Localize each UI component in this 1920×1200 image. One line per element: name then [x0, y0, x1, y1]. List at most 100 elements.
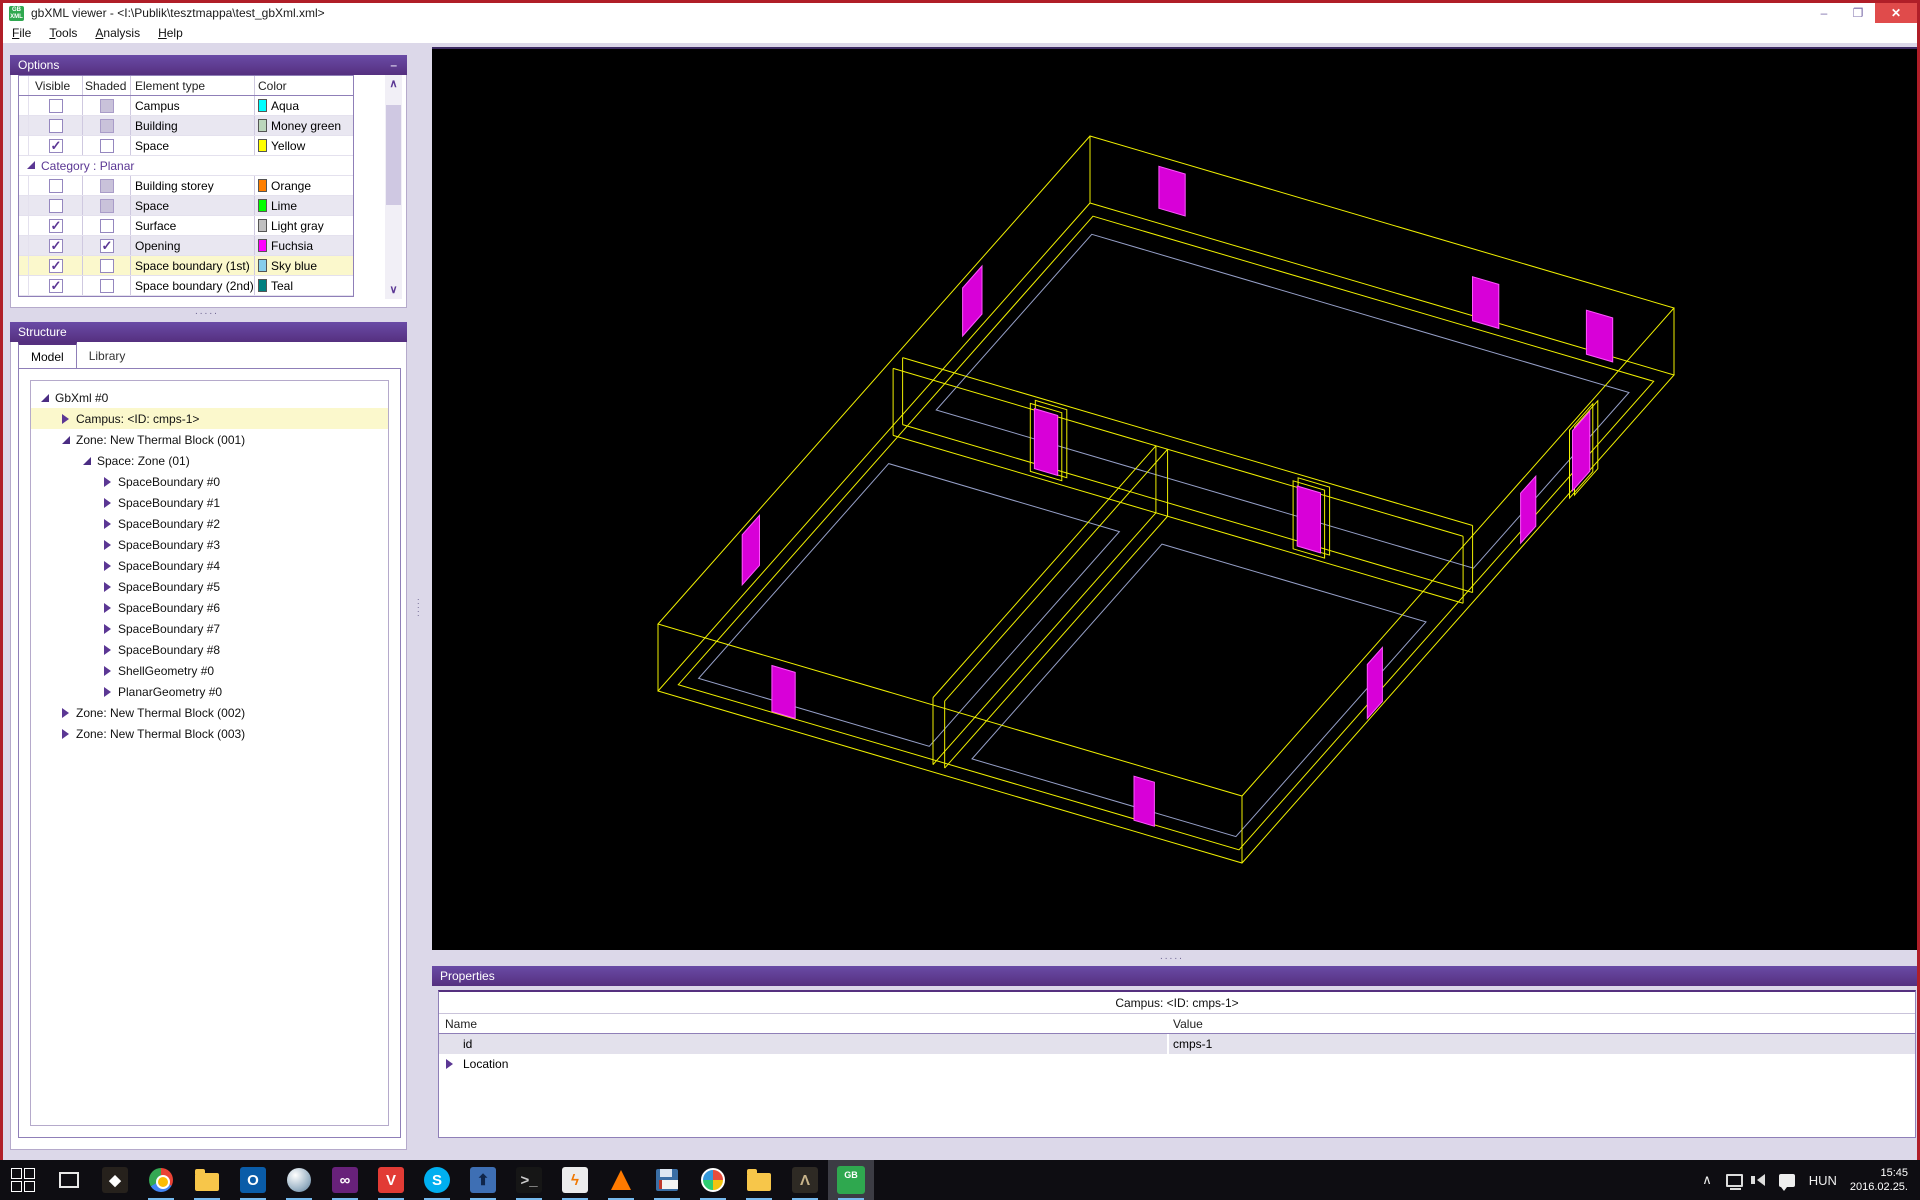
- options-row-building[interactable]: Building Money green: [19, 116, 353, 136]
- dark-tool-icon[interactable]: Λ: [782, 1160, 828, 1200]
- close-button[interactable]: ✕: [1875, 3, 1917, 23]
- browser-sphere-icon[interactable]: [276, 1160, 322, 1200]
- menu-analysis[interactable]: Analysis: [86, 24, 149, 42]
- options-row-space-boundary-1st-[interactable]: Space boundary (1st)Sky blue: [19, 256, 353, 276]
- tree-item[interactable]: SpaceBoundary #4: [31, 555, 388, 576]
- skype-icon[interactable]: S: [414, 1160, 460, 1200]
- message-icon[interactable]: [1778, 1173, 1795, 1191]
- tree-item[interactable]: SpaceBoundary #2: [31, 513, 388, 534]
- collapsed-icon[interactable]: [104, 518, 111, 529]
- language-indicator[interactable]: HUN: [1809, 1173, 1837, 1188]
- collapsed-icon[interactable]: [104, 623, 111, 634]
- shaded-checkbox[interactable]: [99, 238, 114, 254]
- collapsed-icon[interactable]: [62, 728, 69, 739]
- options-row-space-boundary-2nd-[interactable]: Space boundary (2nd)Teal: [19, 276, 353, 296]
- chrome-icon[interactable]: [138, 1160, 184, 1200]
- tab-model[interactable]: Model: [18, 342, 77, 369]
- collapsed-icon[interactable]: [104, 686, 111, 697]
- tree-item[interactable]: SpaceBoundary #3: [31, 534, 388, 555]
- viewport-3d[interactable]: [432, 47, 1917, 950]
- tree-item[interactable]: SpaceBoundary #8: [31, 639, 388, 660]
- tree-item[interactable]: Zone: New Thermal Block (001): [31, 429, 388, 450]
- structure-panel-header[interactable]: Structure: [10, 322, 407, 342]
- tree-item[interactable]: SpaceBoundary #5: [31, 576, 388, 597]
- restore-button[interactable]: ❐: [1841, 3, 1875, 23]
- menu-tools[interactable]: Tools: [40, 24, 86, 42]
- tree-item[interactable]: SpaceBoundary #6: [31, 597, 388, 618]
- options-row-building-storey[interactable]: Building storey Orange: [19, 176, 353, 196]
- vlc-cone-icon[interactable]: [598, 1160, 644, 1200]
- network-icon[interactable]: [1725, 1173, 1743, 1190]
- collapsed-icon[interactable]: [104, 497, 111, 508]
- unity-icon[interactable]: ◆: [92, 1160, 138, 1200]
- tree-item[interactable]: SpaceBoundary #1: [31, 492, 388, 513]
- expanded-icon[interactable]: [83, 456, 91, 465]
- command-prompt-icon[interactable]: >_: [506, 1160, 552, 1200]
- options-category-row[interactable]: Category : Planar: [19, 156, 353, 176]
- options-row-surface[interactable]: SurfaceLight gray: [19, 216, 353, 236]
- tab-library[interactable]: Library: [77, 342, 138, 369]
- visual-studio-icon[interactable]: ∞: [322, 1160, 368, 1200]
- options-panel-header[interactable]: Options –: [10, 55, 407, 75]
- tree-item[interactable]: ShellGeometry #0: [31, 660, 388, 681]
- options-structure-splitter[interactable]: .....: [195, 306, 219, 317]
- visible-checkbox[interactable]: [48, 118, 63, 133]
- shaded-checkbox[interactable]: [99, 258, 114, 273]
- shaded-checkbox[interactable]: [99, 178, 114, 193]
- tree-item[interactable]: Campus: <ID: cmps-1>: [31, 408, 388, 429]
- tree-item[interactable]: Zone: New Thermal Block (003): [31, 723, 388, 744]
- properties-panel-header[interactable]: Properties: [432, 966, 1917, 986]
- tree-item[interactable]: SpaceBoundary #0: [31, 471, 388, 492]
- collapsed-icon[interactable]: [104, 560, 111, 571]
- task-view-button[interactable]: [46, 1160, 92, 1200]
- property-row-id[interactable]: id cmps-1: [439, 1034, 1915, 1054]
- left-right-splitter[interactable]: .....: [409, 47, 431, 1152]
- visible-checkbox[interactable]: [48, 178, 63, 193]
- paint-palette-icon[interactable]: [690, 1160, 736, 1200]
- file-explorer-icon[interactable]: [184, 1160, 230, 1200]
- tree-item[interactable]: GbXml #0: [31, 387, 388, 408]
- minimize-button[interactable]: –: [1807, 3, 1841, 23]
- tree-item[interactable]: Space: Zone (01): [31, 450, 388, 471]
- shaded-checkbox[interactable]: [99, 278, 114, 293]
- shaded-checkbox[interactable]: [99, 218, 114, 233]
- collapsed-icon[interactable]: [104, 602, 111, 613]
- start-button[interactable]: [0, 1160, 46, 1200]
- options-scrollbar[interactable]: ∧ ∨: [385, 75, 402, 299]
- options-minimize-icon[interactable]: –: [390, 55, 397, 75]
- collapsed-icon[interactable]: [62, 707, 69, 718]
- collapsed-icon[interactable]: [104, 581, 111, 592]
- viewport-properties-splitter[interactable]: .....: [1160, 951, 1184, 962]
- visible-checkbox[interactable]: [48, 278, 63, 294]
- scroll-up-icon[interactable]: ∧: [385, 75, 402, 93]
- options-row-campus[interactable]: Campus Aqua: [19, 96, 353, 116]
- collapsed-icon[interactable]: [104, 665, 111, 676]
- property-row-location[interactable]: Location: [439, 1054, 1915, 1074]
- tree-item[interactable]: SpaceBoundary #7: [31, 618, 388, 639]
- visible-checkbox[interactable]: [48, 98, 63, 113]
- collapsed-icon[interactable]: [104, 476, 111, 487]
- expanded-icon[interactable]: [27, 160, 35, 169]
- updater-arrow-icon[interactable]: ⬆: [460, 1160, 506, 1200]
- collapsed-icon[interactable]: [104, 644, 111, 655]
- shaded-checkbox[interactable]: [99, 118, 114, 133]
- menu-help[interactable]: Help: [149, 24, 192, 42]
- visible-checkbox[interactable]: [48, 218, 63, 234]
- visible-checkbox[interactable]: [48, 258, 63, 274]
- vivaldi-icon[interactable]: V: [368, 1160, 414, 1200]
- collapsed-icon[interactable]: [62, 413, 69, 424]
- shaded-checkbox[interactable]: [99, 98, 114, 113]
- tray-chevron-icon[interactable]: ∧: [1702, 1172, 1712, 1188]
- visible-checkbox[interactable]: [48, 238, 63, 254]
- volume-icon[interactable]: [1750, 1174, 1765, 1186]
- collapsed-icon[interactable]: [104, 539, 111, 550]
- gbxml-app-icon[interactable]: GB: [828, 1160, 874, 1200]
- folders-pair-icon[interactable]: [736, 1160, 782, 1200]
- scroll-down-icon[interactable]: ∨: [385, 281, 402, 299]
- clock[interactable]: 15:45 2016.02.25.: [1850, 1166, 1908, 1194]
- expanded-icon[interactable]: [62, 435, 70, 444]
- collapsed-icon[interactable]: [445, 1059, 453, 1069]
- shaded-checkbox[interactable]: [99, 198, 114, 213]
- menu-file[interactable]: File: [3, 24, 40, 42]
- visible-checkbox[interactable]: [48, 138, 63, 154]
